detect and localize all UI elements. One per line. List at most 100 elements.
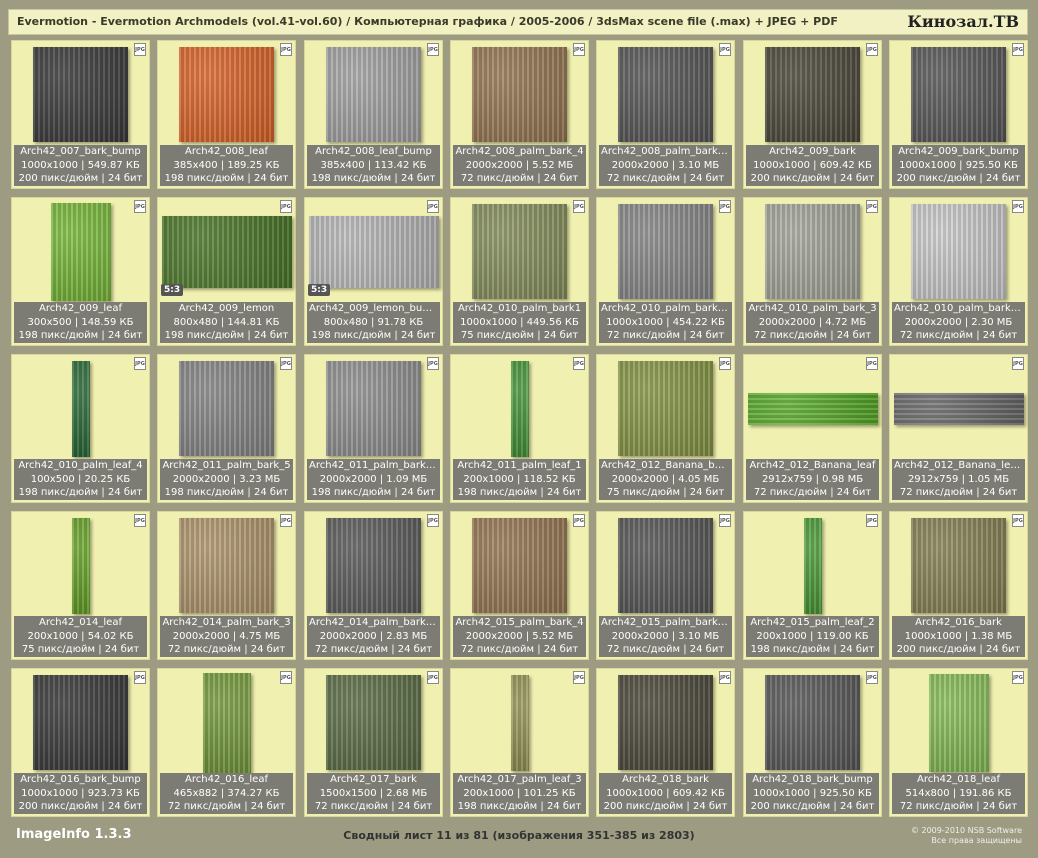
thumbnail-card[interactable]: JPG Arch42_009_leaf 300x500 | 148.59 КБ 198… <box>11 197 150 346</box>
thumbnail-card[interactable]: JPG Arch42_008_palm_bark_4 2000x2000 | 5.5… <box>450 40 589 189</box>
file-meta: 198 пикс/дюйм | 24 бит <box>311 330 436 341</box>
orange-dimple-texture[interactable] <box>179 47 274 142</box>
thumbnail-card[interactable]: JPG Arch42_018_bark_bump 1000x1000 | 925.5… <box>743 668 882 817</box>
thumbnail-card[interactable]: JPG Arch42_014_palm_bark_3_bump 2000x2000 … <box>304 511 443 660</box>
thumbnail-card[interactable]: JPG Arch42_014_palm_bark_3 2000x2000 | 4.7… <box>157 511 296 660</box>
thumbnail-card[interactable]: JPG Arch42_014_leaf 200x1000 | 54.02 КБ 75 … <box>11 511 150 660</box>
thumbnail-card[interactable]: JPG Arch42_011_palm_bark_5 2000x2000 | 3.2… <box>157 354 296 503</box>
thumbnail-card[interactable]: JPG Arch42_012_Banana_bark 2000x2000 | 4.0… <box>596 354 735 503</box>
thumbnail-card[interactable]: JPG Arch42_016_bark_bump 1000x1000 | 923.7… <box>11 668 150 817</box>
palm-leaf-strip[interactable] <box>71 360 90 457</box>
bark-texture[interactable] <box>765 47 860 142</box>
bark-bump-texture[interactable] <box>326 361 421 456</box>
thumbnail-card[interactable]: JPG Arch42_016_bark 1000x1000 | 1.38 МБ 200… <box>889 511 1028 660</box>
thumbnail-card[interactable]: JPG Arch42_012_Banana_leaf_bump 2912x759 |… <box>889 354 1028 503</box>
jpg-file-icon: JPG <box>280 43 292 56</box>
thumbnail-card[interactable]: JPG Arch42_007_bark_bump 1000x1000 | 549.8… <box>11 40 150 189</box>
banana-bark-texture[interactable] <box>618 361 713 456</box>
lemon-bump-texture[interactable] <box>308 215 439 288</box>
file-dimensions: 2000x2000 | 4.72 МБ <box>758 316 867 328</box>
file-meta: 200 пикс/дюйм | 24 бит <box>18 801 143 812</box>
palm-leaf-strip[interactable] <box>803 517 822 614</box>
thumbnail-card[interactable]: JPG Arch42_011_palm_bark_5_bump 2000x2000 … <box>304 354 443 503</box>
pale-bark-texture[interactable] <box>765 204 860 299</box>
thumbnail-card[interactable]: JPG Arch42_015_palm_leaf_2 200x1000 | 119.… <box>743 511 882 660</box>
fern-leaf-texture[interactable] <box>202 672 251 773</box>
sandy-bark-texture[interactable] <box>179 518 274 613</box>
thumbnail-card[interactable]: JPG Arch42_010_palm_bark_3 2000x2000 | 4.7… <box>743 197 882 346</box>
palm-bark-bump-texture[interactable] <box>618 47 713 142</box>
palm-leaf-strip[interactable] <box>510 360 529 457</box>
mossy-bark-texture[interactable] <box>472 204 567 299</box>
jpg-file-icon: JPG <box>573 514 585 527</box>
thumbnail-info: Arch42_015_palm_leaf_2 200x1000 | 119.00 … <box>746 616 879 657</box>
jpg-file-icon: JPG <box>866 671 878 684</box>
file-meta: 200 пикс/дюйм | 24 бит <box>750 173 875 184</box>
bark-bump-texture[interactable] <box>33 675 128 770</box>
mossy-bark-texture[interactable] <box>911 518 1006 613</box>
thumbnail-card[interactable]: JPG Arch42_015_palm_bark_4_bump 2000x2000 … <box>596 511 735 660</box>
thumbnail-card[interactable]: JPG Arch42_015_palm_bark_4 2000x2000 | 5.5… <box>450 511 589 660</box>
thumbnail-card[interactable]: JPG Arch42_010_palm_leaf_4 100x500 | 20.25… <box>11 354 150 503</box>
thumbnail-card[interactable]: JPG Arch42_016_leaf 465x882 | 374.27 КБ 72 … <box>157 668 296 817</box>
thumbnail-info: Arch42_008_palm_bark_4 2000x2000 | 5.52 М… <box>453 145 586 186</box>
bark-texture[interactable] <box>618 675 713 770</box>
bark-bump-texture[interactable] <box>618 204 713 299</box>
thumbnail-card[interactable]: JPG Arch42_008_palm_bark_4_bump 2000x2000 … <box>596 40 735 189</box>
thumbnail-card[interactable]: JPG Arch42_009_bark 1000x1000 | 609.42 КБ 2… <box>743 40 882 189</box>
cracked-bark-bump-texture[interactable] <box>911 204 1006 299</box>
file-name: Arch42_009_leaf <box>39 303 122 314</box>
palm-bark-texture[interactable] <box>472 518 567 613</box>
thumbnail-info: Arch42_009_bark_bump 1000x1000 | 925.50 К… <box>892 145 1025 186</box>
grey-bark-texture[interactable] <box>179 361 274 456</box>
thumbnail-area <box>892 43 1025 146</box>
thumbnail-card[interactable]: JPG Arch42_012_Banana_leaf 2912x759 | 0.98… <box>743 354 882 503</box>
dimple-bump-texture[interactable] <box>326 47 421 142</box>
leaf-texture[interactable] <box>928 673 989 772</box>
thumbnail-info: Arch42_009_lemon 800x480 | 144.81 КБ 198 п… <box>160 302 293 343</box>
site-logo: Кинозал.ТВ <box>907 12 1019 31</box>
scaled-bark-texture[interactable] <box>326 675 421 770</box>
thumbnail-card[interactable]: JPG Arch42_018_bark 1000x1000 | 609.42 КБ 2… <box>596 668 735 817</box>
dry-palm-leaf-strip[interactable] <box>510 674 529 771</box>
file-meta: 198 пикс/дюйм | 24 бит <box>164 487 289 498</box>
jpg-file-icon: JPG <box>866 514 878 527</box>
thumbnail-card[interactable]: JPG 5:3 Arch42_009_lemon_bump 800x480 | 91.… <box>304 197 443 346</box>
palm-bark-texture[interactable] <box>472 47 567 142</box>
lemon-skin-texture[interactable] <box>161 215 292 288</box>
file-name: Arch42_011_palm_bark_5_bump <box>309 460 440 471</box>
file-dimensions: 2000x2000 | 3.23 МБ <box>172 473 281 485</box>
file-name: Arch42_009_lemon_bump <box>309 303 439 314</box>
file-meta: 200 пикс/дюйм | 24 бит <box>603 801 728 812</box>
bark-bump-texture[interactable] <box>33 47 128 142</box>
thumbnail-card[interactable]: JPG Arch42_018_leaf 514x800 | 191.86 КБ 72 … <box>889 668 1028 817</box>
file-dimensions: 2000x2000 | 5.52 МБ <box>465 159 574 171</box>
thumbnail-card[interactable]: JPG Arch42_008_leaf_bump 385x400 | 113.42 … <box>304 40 443 189</box>
leaf-texture[interactable] <box>50 202 111 301</box>
thumbnail-info: Arch42_016_leaf 465x882 | 374.27 КБ 72 пик… <box>160 773 293 814</box>
file-dimensions: 1000x1000 | 449.56 КБ <box>460 316 579 328</box>
banana-leaf-strip[interactable] <box>747 392 878 425</box>
banana-leaf-bump-strip[interactable] <box>893 392 1024 425</box>
bark-bump-texture[interactable] <box>911 47 1006 142</box>
palm-bark-bump-texture[interactable] <box>618 518 713 613</box>
file-meta: 75 пикс/дюйм | 24 бит <box>460 330 579 341</box>
file-dimensions: 1000x1000 | 1.38 МБ <box>904 630 1013 642</box>
bark-bump-texture[interactable] <box>765 675 860 770</box>
thumbnail-area <box>160 671 293 774</box>
thumbnail-card[interactable]: JPG Arch42_010_palm_bark1_bump 1000x1000 |… <box>596 197 735 346</box>
thumbnail-card[interactable]: JPG Arch42_010_palm_bark1 1000x1000 | 449.… <box>450 197 589 346</box>
thumbnail-card[interactable]: JPG Arch42_010_palm_bark_3_bump 2000x2000 … <box>889 197 1028 346</box>
thumbnail-card[interactable]: JPG 5:3 Arch42_009_lemon 800x480 | 144.81 К… <box>157 197 296 346</box>
thumbnail-area <box>307 357 440 460</box>
bark-bump-texture[interactable] <box>326 518 421 613</box>
file-meta: 72 пикс/дюйм | 24 бит <box>606 173 725 184</box>
jpg-file-icon: JPG <box>719 200 731 213</box>
thumbnail-card[interactable]: JPG Arch42_011_palm_leaf_1 200x1000 | 118.… <box>450 354 589 503</box>
thumbnail-card[interactable]: JPG Arch42_009_bark_bump 1000x1000 | 925.5… <box>889 40 1028 189</box>
thumbnail-card[interactable]: JPG Arch42_017_palm_leaf_3 200x1000 | 101.… <box>450 668 589 817</box>
thumbnail-card[interactable]: JPG Arch42_008_leaf 385x400 | 189.25 КБ 198… <box>157 40 296 189</box>
jpg-file-icon: JPG <box>134 514 146 527</box>
thumbnail-card[interactable]: JPG Arch42_017_bark 1500x1500 | 2.68 МБ 72 … <box>304 668 443 817</box>
leaf-strip[interactable] <box>71 517 90 614</box>
